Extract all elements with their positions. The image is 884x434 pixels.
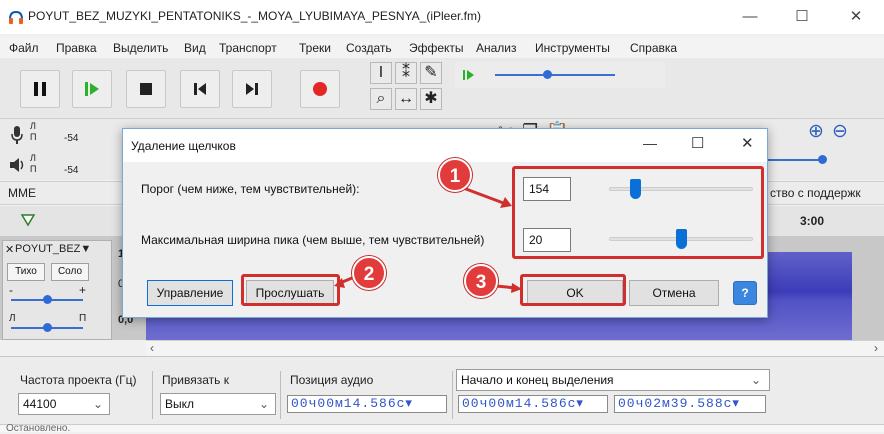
annotation-badge-3: 3 [464,264,498,298]
annotation-badge-1: 1 [438,158,472,192]
annotation-arrows [334,184,522,293]
annotation-badge-2: 2 [352,256,386,290]
